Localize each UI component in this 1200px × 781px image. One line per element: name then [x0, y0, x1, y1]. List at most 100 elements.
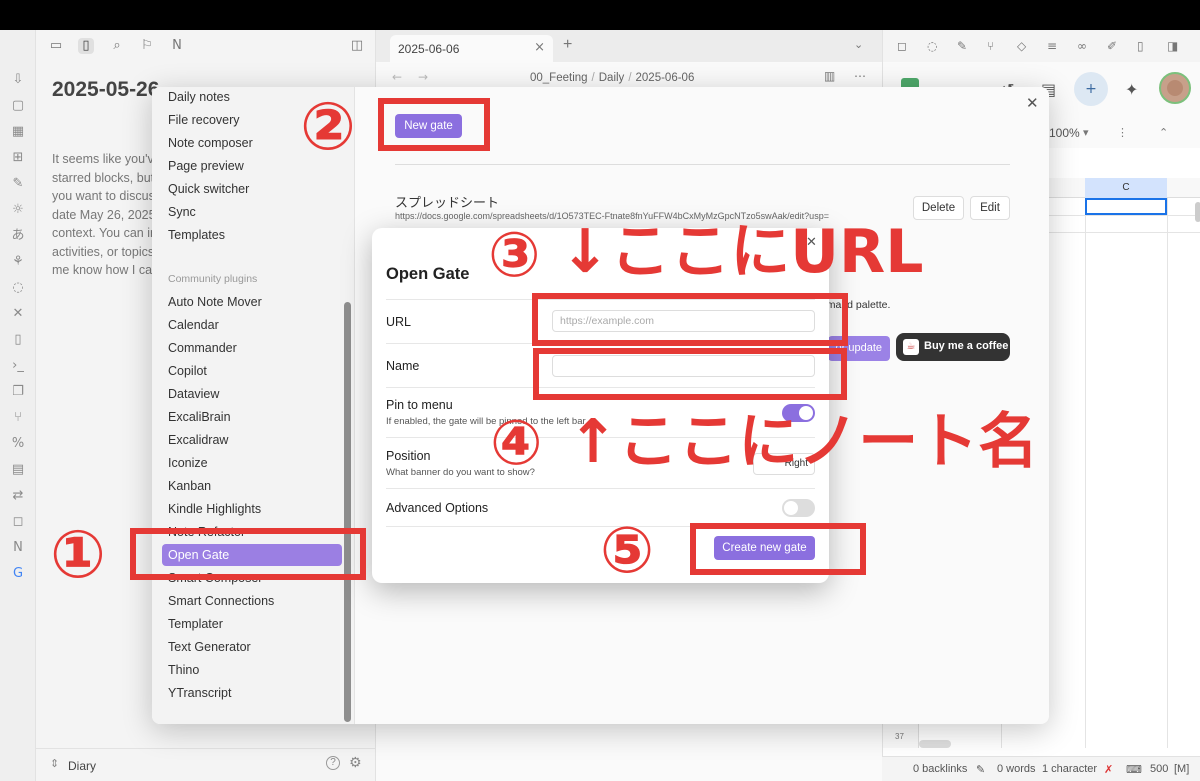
coffee-label: Buy me a coffee: [924, 340, 1009, 352]
graph-icon[interactable]: ⚘: [10, 254, 26, 270]
settings-item-templates[interactable]: Templates: [168, 228, 225, 242]
settings-item-templater[interactable]: Templater: [168, 617, 223, 631]
tag-icon[interactable]: ◇: [1017, 39, 1026, 53]
mover-icon[interactable]: ⇄: [10, 488, 26, 504]
settings-item-commander[interactable]: Commander: [168, 341, 237, 355]
sidebar-toggle-icon[interactable]: ◫: [349, 38, 365, 54]
settings-item-sync[interactable]: Sync: [168, 205, 196, 219]
file-icon[interactable]: ▯: [78, 38, 94, 54]
more-options-icon[interactable]: ⋯: [854, 69, 866, 83]
zoom-level[interactable]: 100%: [1049, 126, 1080, 140]
search-icon[interactable]: ⌕: [109, 38, 125, 54]
settings-item-daily-notes[interactable]: Daily notes: [168, 90, 230, 104]
breadcrumb-folder[interactable]: Daily: [599, 72, 625, 84]
edit-link-icon[interactable]: ✐: [1107, 39, 1117, 53]
zoom-dropdown-icon[interactable]: ▾: [1083, 126, 1089, 139]
settings-item-iconize[interactable]: Iconize: [168, 456, 208, 470]
settings-item-excalidraw[interactable]: Excalidraw: [168, 433, 228, 447]
wand-icon[interactable]: ✎: [957, 39, 967, 53]
mode-indicator: [M]: [1174, 763, 1190, 775]
magic-wand-icon[interactable]: ✎: [10, 176, 26, 192]
tab-bar: 2025-06-06 × + ⌄: [376, 30, 882, 62]
sidebar-scrollbar[interactable]: [344, 302, 351, 722]
kanban-icon[interactable]: ▤: [10, 462, 26, 478]
settings-item-thino[interactable]: Thino: [168, 663, 199, 677]
tab-list-icon[interactable]: ⌄: [854, 38, 863, 51]
column-header[interactable]: C: [1085, 178, 1167, 198]
annotation-box-1: [130, 528, 366, 580]
more-vert-icon[interactable]: ⋮: [1117, 126, 1128, 139]
gear-icon[interactable]: ⚙: [349, 755, 362, 771]
selected-cell[interactable]: [1085, 198, 1167, 215]
settings-item-smart-connections[interactable]: Smart Connections: [168, 594, 274, 608]
add-person-icon[interactable]: +: [1074, 72, 1108, 106]
vault-switch-icon[interactable]: ⇕: [50, 757, 59, 770]
new-note-icon[interactable]: ▢: [10, 98, 26, 114]
translate-icon[interactable]: あ: [10, 228, 26, 244]
forward-arrow-icon[interactable]: →: [418, 70, 428, 84]
comment-icon[interactable]: ◻: [10, 514, 26, 530]
sync-off-icon[interactable]: ✗: [1104, 763, 1113, 776]
settings-sidebar: Daily notes File recovery Note composer …: [152, 87, 355, 724]
name-label: Name: [386, 359, 420, 373]
branch-icon[interactable]: ⑂: [10, 410, 26, 426]
notion-tab-icon[interactable]: N: [169, 38, 185, 54]
vault-name[interactable]: Diary: [68, 759, 96, 773]
notion-icon[interactable]: N: [10, 540, 26, 556]
settings-item-note-composer[interactable]: Note composer: [168, 136, 253, 150]
buy-coffee-button[interactable]: ☕ Buy me a coffee: [896, 333, 1010, 361]
comment-icon[interactable]: ◌: [927, 39, 937, 53]
collapse-icon[interactable]: ⌃: [1159, 126, 1168, 139]
settings-item-text-generator[interactable]: Text Generator: [168, 640, 251, 654]
settings-item-page-preview[interactable]: Page preview: [168, 159, 244, 173]
edit-icon[interactable]: ✎: [976, 763, 985, 776]
new-tab-icon[interactable]: +: [563, 36, 572, 54]
help-icon[interactable]: ?: [326, 756, 340, 770]
reading-view-icon[interactable]: ▥: [824, 69, 835, 83]
inbox-icon[interactable]: ⇩: [10, 72, 26, 88]
google-icon[interactable]: G: [10, 566, 26, 582]
settings-item-auto-note-mover[interactable]: Auto Note Mover: [168, 295, 262, 309]
settings-item-quick-switcher[interactable]: Quick switcher: [168, 182, 249, 196]
breadcrumb-folder[interactable]: 00_Feeting: [530, 72, 588, 84]
template-icon[interactable]: %: [10, 436, 26, 452]
settings-item-ytranscript[interactable]: YTranscript: [168, 686, 231, 700]
settings-item-dataview[interactable]: Dataview: [168, 387, 219, 401]
list-icon[interactable]: ≡: [1047, 39, 1057, 53]
keyboard-icon[interactable]: ⌨: [1126, 763, 1142, 776]
link-icon[interactable]: ∞: [1077, 39, 1087, 53]
calendar-icon[interactable]: ▦: [10, 124, 26, 140]
excalidraw-icon[interactable]: ✕: [10, 306, 26, 322]
settings-item-kindle-highlights[interactable]: Kindle Highlights: [168, 502, 261, 516]
bookmark-icon[interactable]: ⚐: [139, 38, 155, 54]
annotation-box-5: [690, 523, 866, 575]
vertical-scrollbar[interactable]: [1195, 202, 1200, 222]
settings-item-calendar[interactable]: Calendar: [168, 318, 219, 332]
backlinks-count[interactable]: 0 backlinks: [913, 763, 967, 775]
advanced-toggle[interactable]: [782, 499, 815, 517]
close-tab-icon[interactable]: ×: [534, 40, 545, 55]
tab-note[interactable]: 2025-06-06 ×: [390, 35, 553, 62]
phone-icon[interactable]: ▯: [10, 332, 26, 348]
edit-button[interactable]: Edit: [970, 196, 1010, 220]
settings-item-excalibrain[interactable]: ExcaliBrain: [168, 410, 231, 424]
chat-icon[interactable]: ◻: [897, 39, 907, 53]
branch-icon[interactable]: ⑂: [987, 39, 994, 53]
doc-icon[interactable]: ▯: [1137, 39, 1144, 53]
folder-icon[interactable]: ▭: [48, 38, 64, 54]
lightbulb-icon[interactable]: ☼: [10, 202, 26, 218]
chat-icon[interactable]: ◌: [10, 280, 26, 296]
back-arrow-icon[interactable]: ←: [392, 70, 402, 84]
close-icon[interactable]: ✕: [1026, 94, 1039, 112]
terminal-icon[interactable]: ›_: [10, 358, 26, 374]
settings-item-kanban[interactable]: Kanban: [168, 479, 211, 493]
sparkle-icon[interactable]: ✦: [1125, 80, 1138, 99]
breadcrumb-file[interactable]: 2025-06-06: [636, 72, 695, 84]
copy-icon[interactable]: ❐: [10, 384, 26, 400]
settings-item-file-recovery[interactable]: File recovery: [168, 113, 240, 127]
settings-item-copilot[interactable]: Copilot: [168, 364, 207, 378]
avatar[interactable]: [1159, 72, 1191, 104]
horizontal-scrollbar[interactable]: [919, 740, 951, 748]
sidebar-right-icon[interactable]: ◨: [1167, 39, 1178, 53]
canvas-icon[interactable]: ⊞: [10, 150, 26, 166]
